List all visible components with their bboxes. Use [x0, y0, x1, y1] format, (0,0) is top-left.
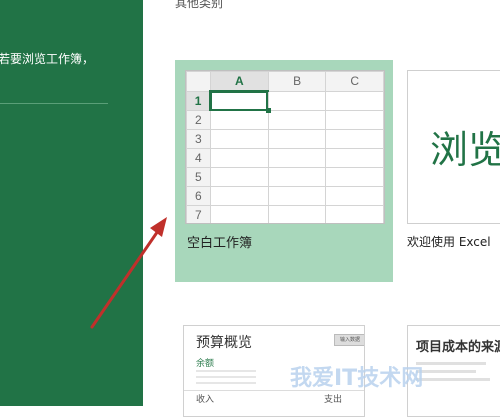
watermark: 我爱IT技术网: [290, 366, 424, 391]
arrow-annotation-icon: [90, 217, 167, 329]
